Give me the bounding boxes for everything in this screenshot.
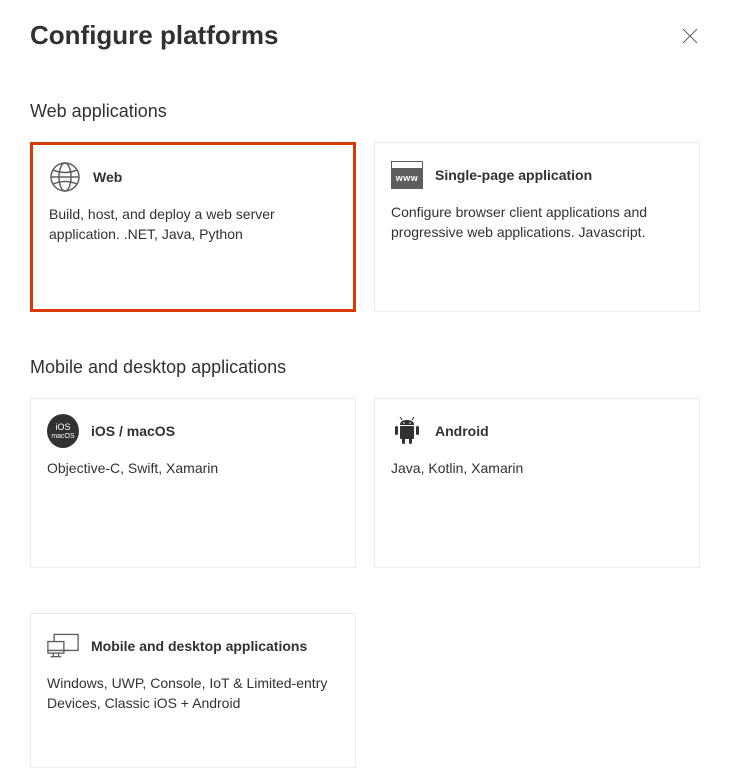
card-header: Android: [391, 415, 683, 447]
empty-cell: [374, 613, 700, 768]
page-title: Configure platforms: [30, 20, 278, 51]
mobile-card-grid-2: Mobile and desktop applications Windows,…: [30, 613, 700, 768]
card-title: Android: [435, 423, 489, 439]
card-description: Configure browser client applications an…: [391, 203, 683, 242]
desktop-icon: [47, 630, 79, 662]
card-header: Web: [49, 161, 337, 193]
card-description: Windows, UWP, Console, IoT & Limited-ent…: [47, 674, 339, 713]
mobile-section-header: Mobile and desktop applications: [30, 357, 700, 378]
card-header: Mobile and desktop applications: [47, 630, 339, 662]
card-description: Objective-C, Swift, Xamarin: [47, 459, 339, 479]
card-header: www Single-page application: [391, 159, 683, 191]
mobile-card-grid: iOS macOS iOS / macOS Objective-C, Swift…: [30, 398, 700, 568]
android-icon: [391, 415, 423, 447]
card-title: Mobile and desktop applications: [91, 638, 307, 654]
close-button[interactable]: [680, 26, 700, 46]
platform-card-android[interactable]: Android Java, Kotlin, Xamarin: [374, 398, 700, 568]
card-description: Build, host, and deploy a web server app…: [49, 205, 337, 244]
panel-header: Configure platforms: [30, 20, 700, 51]
web-card-grid: Web Build, host, and deploy a web server…: [30, 142, 700, 312]
close-icon: [682, 28, 698, 44]
platform-card-desktop[interactable]: Mobile and desktop applications Windows,…: [30, 613, 356, 768]
platform-card-spa[interactable]: www Single-page application Configure br…: [374, 142, 700, 312]
platform-card-ios[interactable]: iOS macOS iOS / macOS Objective-C, Swift…: [30, 398, 356, 568]
card-description: Java, Kotlin, Xamarin: [391, 459, 683, 479]
platform-card-web[interactable]: Web Build, host, and deploy a web server…: [30, 142, 356, 312]
web-section-header: Web applications: [30, 101, 700, 122]
card-header: iOS macOS iOS / macOS: [47, 415, 339, 447]
www-icon: www: [391, 159, 423, 191]
ios-macos-icon: iOS macOS: [47, 415, 79, 447]
card-title: Web: [93, 169, 122, 185]
globe-icon: [49, 161, 81, 193]
card-title: iOS / macOS: [91, 423, 175, 439]
card-title: Single-page application: [435, 167, 592, 183]
